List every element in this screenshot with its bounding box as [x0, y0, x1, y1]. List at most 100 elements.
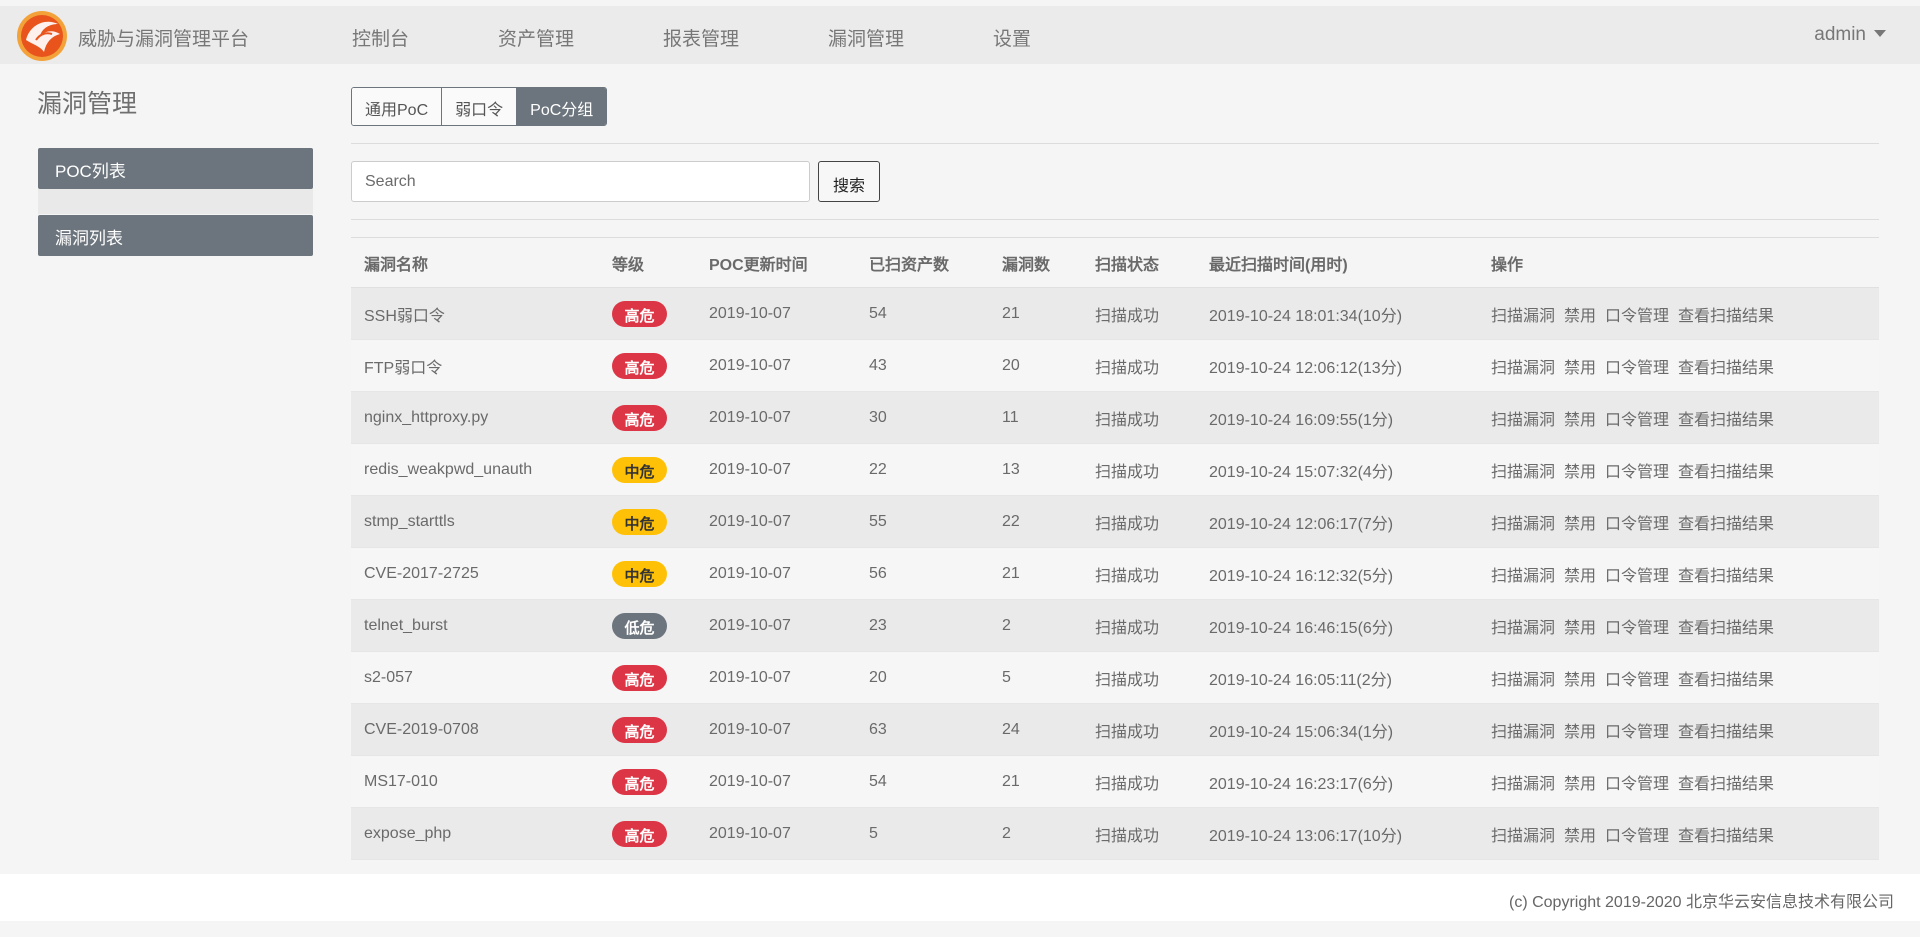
header-name: 漏洞名称: [364, 256, 429, 274]
password-manage-link[interactable]: 口令管理: [1605, 620, 1669, 637]
scan-vuln-link[interactable]: 扫描漏洞: [1491, 568, 1555, 585]
disable-link[interactable]: 禁用: [1564, 672, 1596, 689]
table-header: 漏洞名称 等级 POC更新时间 已扫资产数 漏洞数 扫描状态 最近扫描时间(用时…: [351, 238, 1879, 288]
cell-assets: 20: [869, 668, 887, 686]
view-results-link[interactable]: 查看扫描结果: [1678, 828, 1774, 845]
view-results-link[interactable]: 查看扫描结果: [1678, 568, 1774, 585]
scan-vuln-link[interactable]: 扫描漏洞: [1491, 620, 1555, 637]
user-name: admin: [1814, 24, 1866, 45]
disable-link[interactable]: 禁用: [1564, 568, 1596, 585]
scan-vuln-link[interactable]: 扫描漏洞: [1491, 516, 1555, 533]
disable-link[interactable]: 禁用: [1564, 724, 1596, 741]
scan-vuln-link[interactable]: 扫描漏洞: [1491, 672, 1555, 689]
nav-dashboard[interactable]: 控制台: [352, 24, 409, 51]
cell-status: 扫描成功: [1095, 827, 1160, 845]
cell-name: MS17-010: [364, 772, 438, 790]
table-row: expose_php 高危 2019-10-07 5 2 扫描成功 2019-10-24 1…: [351, 808, 1879, 860]
phoenix-logo-icon[interactable]: [16, 10, 68, 62]
scan-vuln-link[interactable]: 扫描漏洞: [1491, 828, 1555, 845]
cell-assets: 54: [869, 304, 887, 322]
view-results-link[interactable]: 查看扫描结果: [1678, 412, 1774, 429]
cell-status: 扫描成功: [1095, 359, 1160, 377]
table-row: telnet_burst 低危 2019-10-07 23 2 扫描成功 2019-10-2…: [351, 600, 1879, 652]
table-body: SSH弱口令 高危 2019-10-07 54 21 扫描成功 2019-10-24 18:…: [351, 288, 1879, 860]
level-badge: 高危: [612, 352, 667, 379]
cell-updated: 2019-10-07: [709, 720, 791, 738]
cell-level: 高危: [599, 768, 696, 795]
scan-vuln-link[interactable]: 扫描漏洞: [1491, 360, 1555, 377]
copyright-text: (c) Copyright 2019-2020 北京华云安信息技术有限公司: [1509, 894, 1894, 911]
disable-link[interactable]: 禁用: [1564, 412, 1596, 429]
view-results-link[interactable]: 查看扫描结果: [1678, 516, 1774, 533]
password-manage-link[interactable]: 口令管理: [1605, 672, 1669, 689]
divider: [351, 219, 1879, 220]
disable-link[interactable]: 禁用: [1564, 620, 1596, 637]
scan-vuln-link[interactable]: 扫描漏洞: [1491, 724, 1555, 741]
disable-link[interactable]: 禁用: [1564, 828, 1596, 845]
cell-vulns: 2: [1002, 616, 1011, 634]
cell-actions: 扫描漏洞 禁用 口令管理 查看扫描结果: [1478, 458, 1879, 482]
level-badge: 高危: [612, 820, 667, 847]
scan-vuln-link[interactable]: 扫描漏洞: [1491, 776, 1555, 793]
cell-status: 扫描成功: [1095, 411, 1160, 429]
brand-title[interactable]: 威胁与漏洞管理平台: [78, 24, 249, 51]
cell-assets: 5: [869, 824, 878, 842]
password-manage-link[interactable]: 口令管理: [1605, 724, 1669, 741]
cell-assets: 55: [869, 512, 887, 530]
level-badge: 高危: [612, 300, 667, 327]
view-results-link[interactable]: 查看扫描结果: [1678, 672, 1774, 689]
sidebar-item-poc-list[interactable]: POC列表: [38, 148, 313, 189]
disable-link[interactable]: 禁用: [1564, 360, 1596, 377]
cell-assets: 22: [869, 460, 887, 478]
level-badge: 中危: [612, 456, 667, 483]
nav-reports[interactable]: 报表管理: [663, 24, 739, 51]
password-manage-link[interactable]: 口令管理: [1605, 516, 1669, 533]
tab-weak-password[interactable]: 弱口令: [442, 88, 518, 125]
cell-status: 扫描成功: [1095, 463, 1160, 481]
view-results-link[interactable]: 查看扫描结果: [1678, 464, 1774, 481]
view-results-link[interactable]: 查看扫描结果: [1678, 776, 1774, 793]
cell-status: 扫描成功: [1095, 515, 1160, 533]
user-menu[interactable]: admin: [1814, 24, 1886, 46]
cell-name: CVE-2019-0708: [364, 720, 479, 738]
search-button[interactable]: 搜索: [818, 161, 880, 202]
password-manage-link[interactable]: 口令管理: [1605, 568, 1669, 585]
view-results-link[interactable]: 查看扫描结果: [1678, 620, 1774, 637]
password-manage-link[interactable]: 口令管理: [1605, 360, 1669, 377]
view-results-link[interactable]: 查看扫描结果: [1678, 724, 1774, 741]
cell-last-scan: 2019-10-24 13:06:17(10分): [1209, 827, 1403, 845]
tab-poc-group[interactable]: PoC分组: [517, 88, 607, 125]
nav-assets[interactable]: 资产管理: [498, 24, 574, 51]
nav-vulnerabilities[interactable]: 漏洞管理: [828, 24, 904, 51]
disable-link[interactable]: 禁用: [1564, 308, 1596, 325]
password-manage-link[interactable]: 口令管理: [1605, 464, 1669, 481]
view-results-link[interactable]: 查看扫描结果: [1678, 360, 1774, 377]
password-manage-link[interactable]: 口令管理: [1605, 308, 1669, 325]
cell-vulns: 21: [1002, 304, 1020, 322]
password-manage-link[interactable]: 口令管理: [1605, 412, 1669, 429]
disable-link[interactable]: 禁用: [1564, 464, 1596, 481]
cell-updated: 2019-10-07: [709, 512, 791, 530]
search-input[interactable]: [351, 161, 810, 202]
scan-vuln-link[interactable]: 扫描漏洞: [1491, 412, 1555, 429]
level-badge: 高危: [612, 716, 667, 743]
table-row: MS17-010 高危 2019-10-07 54 21 扫描成功 2019-10-24 1…: [351, 756, 1879, 808]
disable-link[interactable]: 禁用: [1564, 516, 1596, 533]
level-badge: 中危: [612, 560, 667, 587]
password-manage-link[interactable]: 口令管理: [1605, 828, 1669, 845]
tab-generic-poc[interactable]: 通用PoC: [352, 88, 443, 125]
cell-vulns: 21: [1002, 772, 1020, 790]
top-navbar: 威胁与漏洞管理平台 控制台 资产管理 报表管理 漏洞管理 设置 admin: [0, 6, 1920, 64]
scan-vuln-link[interactable]: 扫描漏洞: [1491, 308, 1555, 325]
cell-actions: 扫描漏洞 禁用 口令管理 查看扫描结果: [1478, 406, 1879, 430]
password-manage-link[interactable]: 口令管理: [1605, 776, 1669, 793]
cell-name: expose_php: [364, 824, 452, 842]
table-row: s2-057 高危 2019-10-07 20 5 扫描成功 2019-10-24 16:0…: [351, 652, 1879, 704]
scan-vuln-link[interactable]: 扫描漏洞: [1491, 464, 1555, 481]
sidebar-item-vuln-list[interactable]: 漏洞列表: [38, 215, 313, 256]
nav-settings[interactable]: 设置: [993, 24, 1031, 51]
cell-updated: 2019-10-07: [709, 772, 791, 790]
cell-status: 扫描成功: [1095, 671, 1160, 689]
disable-link[interactable]: 禁用: [1564, 776, 1596, 793]
view-results-link[interactable]: 查看扫描结果: [1678, 308, 1774, 325]
